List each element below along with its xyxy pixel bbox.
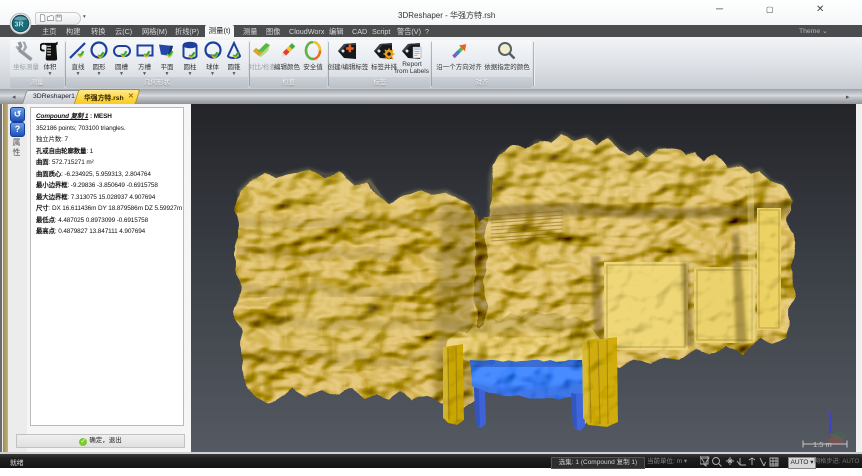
svg-text:z: z — [827, 408, 831, 415]
svg-text:1.5 m: 1.5 m — [813, 440, 832, 449]
svg-text:3R: 3R — [15, 20, 24, 28]
